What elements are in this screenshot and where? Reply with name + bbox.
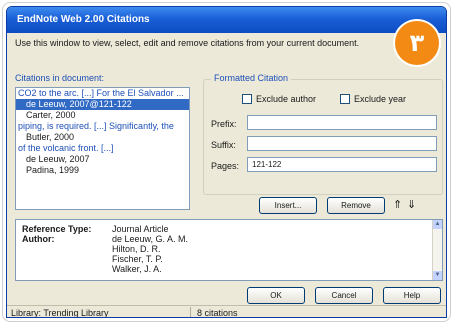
window-title: EndNote Web 2.00 Citations — [17, 14, 150, 25]
citations-dialog: EndNote Web 2.00 Citations Use this wind… — [6, 6, 447, 318]
formatted-citation-title: Formatted Citation — [211, 73, 292, 83]
step-number-badge: ٣ — [395, 21, 439, 65]
exclude-year-checkbox[interactable] — [340, 94, 350, 104]
citation-author-item[interactable]: Carter, 2000 — [16, 110, 189, 121]
pages-label: Pages: — [211, 161, 240, 171]
citations-listbox[interactable]: CO2 to the arc. [...] For the El Salvado… — [15, 87, 190, 210]
instructions-text: Use this window to view, select, edit an… — [15, 38, 360, 48]
citation-context-item[interactable]: of the volcanic front. [...] — [16, 143, 189, 154]
author-value: de Leeuw, G. A. M. — [112, 234, 189, 244]
citation-author-item[interactable]: de Leeuw, 2007@121-122 — [16, 99, 189, 110]
title-bar[interactable]: EndNote Web 2.00 Citations — [7, 7, 446, 33]
insert-button[interactable]: Insert... — [259, 197, 317, 214]
prefix-label: Prefix: — [211, 119, 237, 129]
move-up-arrow-icon[interactable]: ⇑ — [393, 199, 402, 211]
citation-context-item[interactable]: CO2 to the arc. [...] For the El Salvado… — [16, 88, 189, 99]
exclude-author-checkbox[interactable] — [242, 94, 252, 104]
author-value: Hilton, D. R. — [112, 244, 161, 254]
photo-frame: EndNote Web 2.00 Citations Use this wind… — [2, 2, 451, 322]
citations-label: Citations in document: — [15, 73, 105, 83]
reference-type-label: Reference Type: — [22, 224, 92, 234]
citation-author-item[interactable]: Padina, 1999 — [16, 165, 189, 176]
detail-scrollbar[interactable]: ▲ ▼ — [432, 220, 442, 280]
library-status: Library: Trending Library — [11, 308, 109, 318]
status-separator — [190, 307, 191, 317]
cancel-button[interactable]: Cancel — [315, 287, 373, 304]
citation-author-item[interactable]: de Leeuw, 2007 — [16, 154, 189, 165]
reference-type-value: Journal Article — [112, 224, 169, 234]
citation-author-item[interactable]: Butler, 2000 — [16, 132, 189, 143]
move-down-arrow-icon[interactable]: ⇓ — [407, 199, 416, 211]
author-label: Author: — [22, 234, 55, 244]
pages-field[interactable]: 121-122 — [247, 157, 437, 172]
ok-button[interactable]: OK — [247, 287, 305, 304]
exclude-year-label: Exclude year — [354, 94, 407, 104]
suffix-field[interactable] — [247, 136, 437, 151]
author-value: Walker, J. A. — [112, 264, 162, 274]
reference-detail-panel: Reference Type: Journal Article Author: … — [15, 219, 443, 281]
prefix-field[interactable] — [247, 115, 437, 130]
citation-context-item[interactable]: piping, is required. [...] Significantly… — [16, 121, 189, 132]
help-button[interactable]: Help — [383, 287, 441, 304]
status-bar: Library: Trending Library 8 citations — [7, 305, 446, 318]
citation-count-status: 8 citations — [197, 308, 238, 318]
scroll-down-icon[interactable]: ▼ — [433, 271, 442, 280]
suffix-label: Suffix: — [211, 140, 236, 150]
scroll-up-icon[interactable]: ▲ — [433, 220, 442, 229]
remove-button[interactable]: Remove — [327, 197, 385, 214]
author-value: Fischer, T. P. — [112, 254, 163, 264]
exclude-author-label: Exclude author — [256, 94, 317, 104]
